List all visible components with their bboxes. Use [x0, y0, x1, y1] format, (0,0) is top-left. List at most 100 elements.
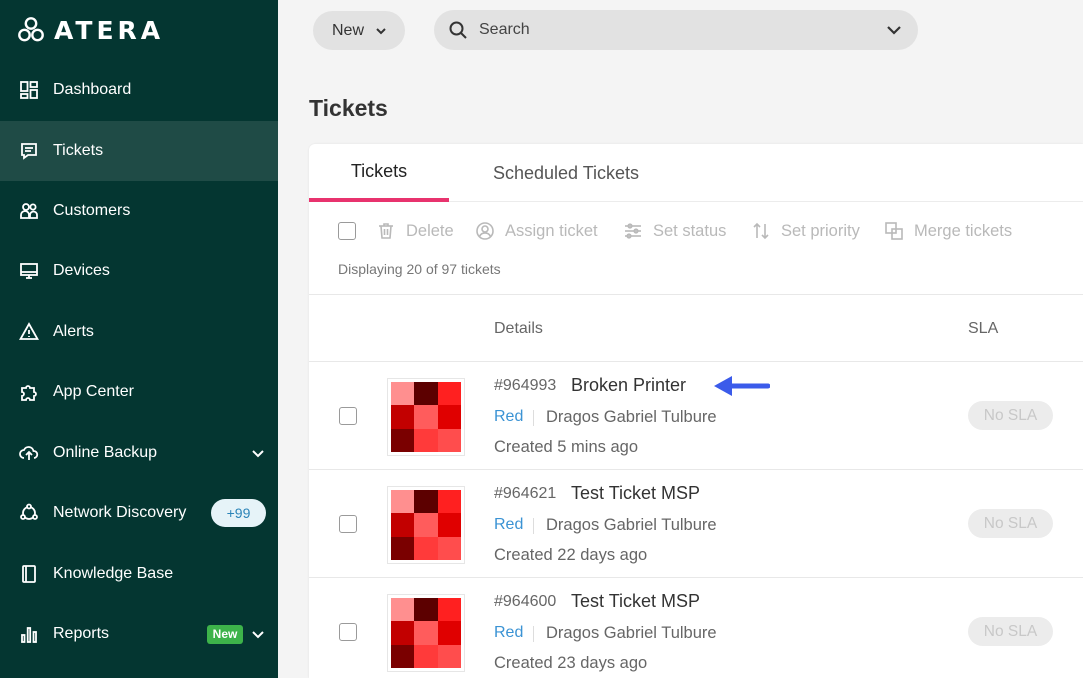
tickets-card: Tickets Scheduled Tickets Delete Assign … [309, 144, 1083, 678]
merge-tickets-button[interactable]: Merge tickets [884, 218, 1012, 244]
ticket-created: Created 23 days ago [494, 654, 648, 672]
identicon [391, 382, 461, 452]
identicon-cell [414, 513, 438, 537]
identicon-cell [391, 644, 415, 668]
assign-ticket-button[interactable]: Assign ticket [475, 218, 598, 244]
divider [533, 626, 534, 642]
identicon-cell [437, 490, 461, 514]
identicon-cell [414, 536, 438, 560]
sidebar-item-devices[interactable]: Devices [0, 241, 278, 301]
sidebar-item-label: Dashboard [53, 81, 132, 98]
dashboard-icon [18, 79, 40, 101]
set-status-button[interactable]: Set status [623, 218, 726, 244]
table-row[interactable]: #964600 Test Ticket MSP Red Dragos Gabri… [309, 578, 1083, 678]
annotation-arrow-icon [714, 376, 770, 396]
sidebar-item-label: App Center [53, 383, 134, 400]
ticket-avatar [387, 486, 465, 564]
select-all-checkbox[interactable] [338, 222, 356, 240]
ticket-title-link[interactable]: Test Ticket MSP [571, 591, 700, 612]
merge-tickets-label: Merge tickets [914, 221, 1013, 240]
ticket-title-link[interactable]: Broken Printer [571, 375, 686, 396]
ticket-title-link[interactable]: Test Ticket MSP [571, 483, 700, 504]
identicon-cell [437, 405, 461, 429]
sidebar-item-reports[interactable]: Reports New [0, 604, 278, 664]
tab-scheduled-tickets[interactable]: Scheduled Tickets [472, 144, 660, 202]
ticket-created: Created 5 mins ago [494, 438, 638, 456]
identicon-cell [391, 621, 415, 645]
ticket-count-text: Displaying 20 of 97 tickets [338, 261, 501, 277]
set-priority-label: Set priority [781, 221, 860, 240]
identicon-cell [414, 405, 438, 429]
column-header-sla[interactable]: SLA [968, 320, 998, 338]
ticket-assignee: Dragos Gabriel Tulbure [546, 408, 717, 426]
divider [533, 518, 534, 534]
sidebar-item-label: Tickets [53, 142, 104, 159]
new-button-label: New [332, 21, 365, 39]
column-header-details: Details [494, 320, 543, 337]
chevron-down-icon[interactable] [251, 627, 265, 641]
identicon-cell [414, 644, 438, 668]
identicon-cell [437, 621, 461, 645]
set-priority-button[interactable]: Set priority [751, 218, 860, 244]
identicon-cell [391, 598, 415, 622]
ticket-number: #964621 [494, 485, 557, 502]
sidebar-item-label: Alerts [53, 323, 94, 340]
sidebar-item-label: Knowledge Base [53, 565, 174, 582]
sidebar-item-app-center[interactable]: App Center [0, 362, 278, 422]
monitor-icon [18, 260, 40, 282]
row-checkbox[interactable] [339, 623, 357, 641]
customer-link[interactable]: Red [494, 624, 523, 642]
cloud-upload-icon [18, 442, 40, 464]
sidebar-item-knowledge-base[interactable]: Knowledge Base [0, 544, 278, 604]
identicon-cell [437, 598, 461, 622]
customer-link[interactable]: Red [494, 408, 523, 426]
identicon-cell [391, 536, 415, 560]
sidebar-item-alerts[interactable]: Alerts [0, 302, 278, 362]
table-header: Details SLA [309, 294, 1083, 362]
trash-icon [379, 223, 393, 239]
table-row[interactable]: #964621 Test Ticket MSP Red Dragos Gabri… [309, 470, 1083, 578]
bar-chart-icon [18, 623, 40, 645]
delete-label: Delete [406, 221, 454, 240]
tab-bar: Tickets Scheduled Tickets [309, 144, 1083, 202]
row-checkbox[interactable] [339, 407, 357, 425]
search-bar[interactable] [434, 10, 918, 50]
row-checkbox[interactable] [339, 515, 357, 533]
sidebar-item-network-discovery[interactable]: Network Discovery +99 [0, 483, 278, 543]
network-discovery-count-badge: +99 [211, 499, 266, 527]
sidebar-item-dashboard[interactable]: Dashboard [0, 60, 278, 120]
identicon-cell [437, 382, 461, 406]
chevron-down-icon[interactable] [886, 23, 902, 37]
search-input[interactable] [479, 18, 859, 42]
tab-tickets[interactable]: Tickets [309, 144, 449, 202]
identicon-cell [391, 490, 415, 514]
identicon-cell [391, 382, 415, 406]
sidebar-item-tickets[interactable]: Tickets [0, 121, 278, 181]
search-icon [448, 20, 468, 40]
new-badge: New [207, 624, 243, 644]
sidebar-item-customers[interactable]: Customers [0, 181, 278, 241]
network-discovery-icon [18, 502, 40, 524]
table-row[interactable]: #964993 Broken Printer Red Dragos Gabrie… [309, 362, 1083, 470]
ticket-assignee: Dragos Gabriel Tulbure [546, 516, 717, 534]
sidebar-item-label: Network Discovery [53, 504, 187, 521]
identicon-cell [437, 536, 461, 560]
sidebar-item-online-backup[interactable]: Online Backup [0, 423, 278, 483]
identicon-cell [414, 382, 438, 406]
identicon-cell [391, 428, 415, 452]
new-button[interactable]: New [313, 11, 405, 50]
delete-button[interactable]: Delete [376, 218, 454, 244]
sidebar-item-label: Customers [53, 202, 131, 219]
customers-icon [18, 200, 40, 222]
chevron-down-icon[interactable] [251, 446, 265, 460]
atera-logo-icon [18, 17, 44, 42]
ticket-assignee: Dragos Gabriel Tulbure [546, 624, 717, 642]
identicon-cell [437, 513, 461, 537]
bulk-actions-toolbar: Delete Assign ticket Set status Set prio… [309, 216, 1083, 246]
sidebar-item-label: Devices [53, 262, 110, 279]
identicon-cell [437, 428, 461, 452]
atera-logo[interactable]: ATERA [18, 16, 164, 45]
sliders-icon [625, 223, 641, 239]
ticket-avatar [387, 378, 465, 456]
customer-link[interactable]: Red [494, 516, 523, 534]
